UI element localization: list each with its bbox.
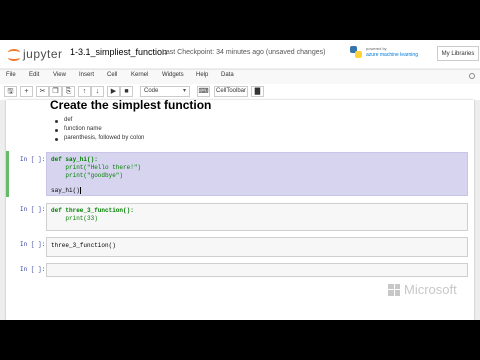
command-palette-icon[interactable]: ⌨ <box>197 86 210 97</box>
menu-edit[interactable]: Edit <box>29 72 39 78</box>
video-frame: jupyter 1-3.1_simpliest_function Last Ch… <box>0 0 480 360</box>
microsoft-logo-icon <box>388 283 400 296</box>
azure-ml-name: azure machine learning <box>366 52 418 58</box>
my-libraries-button[interactable]: My Libraries <box>437 46 479 61</box>
menu-insert[interactable]: Insert <box>79 72 94 78</box>
jupyter-logo-icon <box>8 48 20 61</box>
run-icon[interactable]: ▶ <box>107 86 120 97</box>
code-editor[interactable]: three_3_function() <box>46 237 468 257</box>
code-editor[interactable] <box>46 263 468 277</box>
code-line-2: print(33) <box>51 215 98 222</box>
code-editor[interactable]: def say_hi(): print("Hello there!") prin… <box>46 152 468 196</box>
chart-icon[interactable]: ▇ <box>251 86 264 97</box>
notebook-name[interactable]: 1-3.1_simpliest_function <box>70 47 167 57</box>
stop-icon[interactable]: ■ <box>120 86 133 97</box>
cell-type-select[interactable]: Code ▾ <box>140 86 190 97</box>
notebook-header: jupyter 1-3.1_simpliest_function Last Ch… <box>0 40 480 68</box>
microsoft-watermark-text: Microsoft <box>404 282 457 297</box>
code-line-5: say_hi() <box>51 187 80 195</box>
menu-file[interactable]: File <box>6 72 16 78</box>
menu-bar: File Edit View Insert Cell Kernel Widget… <box>0 69 480 85</box>
list-item: parenthesis, followed by colon <box>54 135 144 144</box>
menu-help[interactable]: Help <box>196 72 208 78</box>
markdown-bullet-list: def function name parenthesis, followed … <box>54 117 144 144</box>
menu-view[interactable]: View <box>53 72 66 78</box>
list-item: def <box>54 117 144 126</box>
save-icon[interactable]: 🖫 <box>4 86 17 97</box>
checkpoint-status: Last Checkpoint: 34 minutes ago (unsaved… <box>162 49 326 56</box>
jupyter-logo[interactable]: jupyter <box>8 46 68 62</box>
markdown-title: Create the simplest function <box>50 98 212 112</box>
jupyter-logo-text: jupyter <box>23 47 63 61</box>
code-line-1: three_3_function() <box>51 242 116 249</box>
azure-ml-badge: powered by azure machine learning <box>350 44 432 62</box>
python-logo-icon <box>350 46 363 59</box>
menu-data[interactable]: Data <box>221 72 234 78</box>
cell-type-value: Code <box>144 88 159 94</box>
copy-icon[interactable]: ❐ <box>49 86 62 97</box>
list-item: function name <box>54 126 144 135</box>
code-line-3: print("goodbye") <box>51 172 124 179</box>
code-line-2: print("Hello there!") <box>51 164 142 171</box>
celltoolbar-button[interactable]: CellToolbar <box>214 86 248 97</box>
cell-prompt: In [ ]: <box>20 156 46 163</box>
move-up-icon[interactable]: ↑ <box>78 86 91 97</box>
cell-prompt: In [ ]: <box>20 241 46 248</box>
code-line-1: def say_hi(): <box>51 156 98 163</box>
menu-kernel[interactable]: Kernel <box>131 72 148 78</box>
chevron-down-icon: ▾ <box>182 88 186 94</box>
text-cursor <box>79 187 81 194</box>
menu-widgets[interactable]: Widgets <box>162 72 184 78</box>
cut-icon[interactable]: ✂ <box>36 86 49 97</box>
add-cell-icon[interactable]: + <box>20 86 33 97</box>
cell-prompt: In [ ]: <box>20 266 46 273</box>
paste-icon[interactable]: ⎘ <box>62 86 75 97</box>
azure-powered-by: powered by <box>366 46 387 51</box>
move-down-icon[interactable]: ↓ <box>91 86 104 97</box>
code-editor[interactable]: def three_3_function(): print(33) <box>46 203 468 231</box>
cell-prompt: In [ ]: <box>20 206 46 213</box>
kernel-status-icon <box>469 73 475 79</box>
code-line-1: def three_3_function(): <box>51 207 134 214</box>
microsoft-watermark: Microsoft <box>388 282 457 297</box>
menu-cell[interactable]: Cell <box>107 72 117 78</box>
